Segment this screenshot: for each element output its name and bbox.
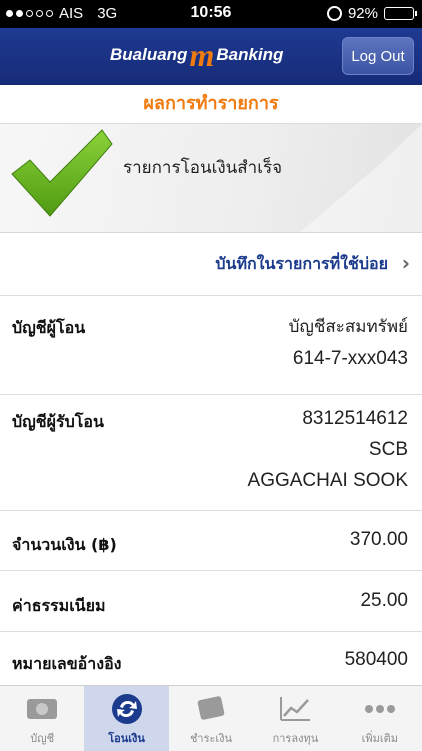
logout-button[interactable]: Log Out (342, 37, 414, 75)
tab-more[interactable]: เพิ่มเติม (338, 686, 422, 751)
tab-investment[interactable]: การลงทุน (253, 686, 337, 751)
status-right: 92% (326, 5, 417, 22)
from-account-label: บัญชีผู้โอน (12, 318, 86, 337)
fee-row: ค่าธรรมเนียม 25.00 (0, 571, 422, 632)
reference-label: หมายเลขอ้างอิง (12, 654, 122, 673)
checkmark-icon (11, 129, 113, 217)
amount-value: 370.00 (349, 529, 408, 550)
success-banner: รายการโอนเงินสำเร็จ (0, 124, 422, 233)
tab-accounts[interactable]: บัญชี (0, 686, 84, 751)
amount-row: จำนวนเงิน (฿) 370.00 (0, 511, 422, 571)
fee-value: 25.00 (360, 590, 408, 611)
bualuang-mbanking-logo: Bualuang m Banking (110, 37, 284, 73)
battery-icon (384, 7, 417, 20)
accounts-icon (27, 699, 58, 719)
from-account-row: บัญชีผู้โอน บัญชีสะสมทรัพย์ 614-7-xxx043 (0, 296, 422, 395)
to-account-values: 8312514612 SCB AGGACHAI SOOK (248, 403, 408, 496)
to-account-number: 8312514612 (302, 408, 408, 429)
payment-icon (197, 696, 225, 720)
app-header: Bualuang m Banking Log Out (0, 28, 422, 85)
battery-percent: 92% (347, 5, 378, 22)
bottom-tab-bar: บัญชี โอนเงิน ชำระเงิน การลงทุน เพิ่มเติ… (0, 685, 422, 751)
transfer-icon (111, 694, 142, 724)
tab-payment[interactable]: ชำระเงิน (169, 686, 253, 751)
from-account-name: บัญชีสะสมทรัพย์ (288, 317, 408, 337)
alarm-icon (326, 6, 342, 21)
page-title: ผลการทำรายการ (0, 85, 422, 124)
success-message: รายการโอนเงินสำเร็จ (123, 158, 283, 178)
save-favorite-label[interactable]: บันทึกในรายการที่ใช้บ่อย (215, 252, 388, 277)
investment-icon (280, 697, 311, 721)
from-account-number: 614-7-xxx043 (292, 348, 408, 369)
chevron-right-icon: › (401, 251, 410, 275)
to-account-label: บัญชีผู้รับโอน (12, 412, 104, 431)
to-account-row: บัญชีผู้รับโอน 8312514612 SCB AGGACHAI S… (0, 395, 422, 511)
status-bar: AIS 3G 10:56 92% (0, 0, 422, 28)
fee-label: ค่าธรรมเนียม (12, 596, 106, 615)
reference-value: 580400 (344, 649, 408, 670)
to-bank: SCB (368, 439, 408, 460)
more-icon (364, 705, 395, 713)
from-account-values: บัญชีสะสมทรัพย์ 614-7-xxx043 (289, 312, 408, 374)
tab-transfer[interactable]: โอนเงิน (84, 686, 169, 751)
to-account-name: AGGACHAI SOOK (247, 470, 408, 491)
amount-label: จำนวนเงิน (฿) (12, 535, 117, 554)
reference-row: หมายเลขอ้างอิง 580400 (0, 632, 422, 685)
save-favorite-row[interactable]: บันทึกในรายการที่ใช้บ่อย › (0, 233, 422, 296)
